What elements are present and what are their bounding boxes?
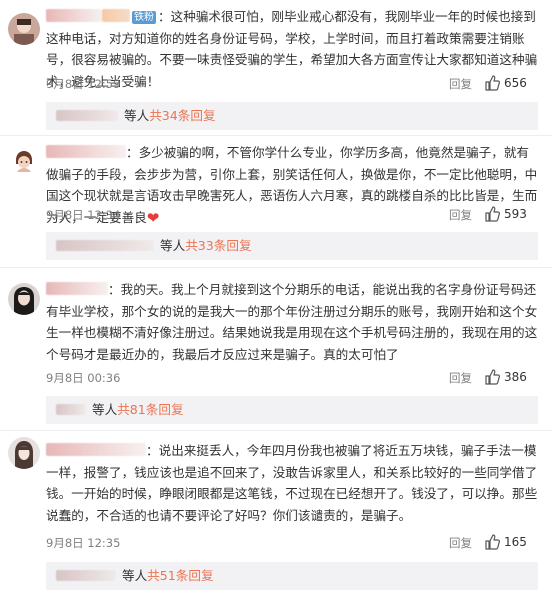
like-icon[interactable] — [484, 534, 500, 550]
avatar[interactable] — [8, 437, 40, 469]
username-emoji — [102, 9, 130, 22]
view-replies-link[interactable]: 共34条回复 — [149, 108, 215, 123]
like-count: 593 — [504, 207, 527, 221]
comment-time: 9月8日 12:34 — [46, 208, 121, 222]
comment-meta: 9月8日 12:34 回复 593 — [46, 206, 546, 223]
username[interactable] — [46, 145, 126, 158]
comment-time: 9月8日 12:35 — [46, 536, 121, 550]
like-icon[interactable] — [484, 369, 500, 385]
username[interactable] — [46, 443, 146, 456]
like-icon[interactable] — [484, 75, 500, 91]
comment-text: ：我的天。我上个月就接到这个分期乐的电话，能说出我的名字身份证号码还有毕业学校，… — [46, 282, 538, 362]
replier-names — [56, 404, 86, 415]
divider — [0, 430, 552, 431]
reply-summary[interactable]: 等人共34条回复 — [46, 102, 538, 130]
replier-names — [56, 110, 118, 121]
view-replies-link[interactable]: 共51条回复 — [147, 568, 213, 583]
divider — [0, 135, 552, 136]
reply-summary[interactable]: 等人共33条回复 — [46, 232, 538, 260]
like-count: 656 — [504, 76, 527, 90]
comment-meta: 9月8日 00:36 回复 386 — [46, 369, 546, 386]
avatar[interactable] — [8, 13, 40, 45]
replier-names — [56, 240, 154, 251]
comment-body: ：我的天。我上个月就接到这个分期乐的电话，能说出我的名字身份证号码还有毕业学校，… — [46, 279, 538, 365]
reply-summary[interactable]: 等人共81条回复 — [46, 396, 538, 424]
comment-time: 9月8日 00:36 — [46, 371, 121, 385]
avatar[interactable] — [8, 146, 40, 178]
username[interactable] — [46, 9, 102, 22]
like-count: 386 — [504, 370, 527, 384]
view-replies-link[interactable]: 共81条回复 — [117, 402, 183, 417]
avatar[interactable] — [8, 283, 40, 315]
reply-summary[interactable]: 等人共51条回复 — [46, 562, 538, 590]
divider — [0, 267, 552, 268]
comment-body: ：说出来挺丢人，今年四月份我也被骗了将近五万块钱，骗子手法一模一样，报警了，钱应… — [46, 440, 538, 526]
comment-meta: 9月8日 12:59 回复 656 — [46, 75, 546, 92]
reply-button[interactable]: 回复 — [449, 207, 472, 223]
reply-button[interactable]: 回复 — [449, 535, 472, 551]
reply-button[interactable]: 回复 — [449, 370, 472, 386]
like-icon[interactable] — [484, 206, 500, 222]
comment-meta: 9月8日 12:35 回复 165 — [46, 534, 546, 551]
reply-button[interactable]: 回复 — [449, 76, 472, 92]
like-count: 165 — [504, 535, 527, 549]
view-replies-link[interactable]: 共33条回复 — [185, 238, 251, 253]
username[interactable] — [46, 282, 108, 295]
fan-badge: 铁粉 — [132, 11, 156, 24]
comment-time: 9月8日 12:59 — [46, 77, 121, 91]
replier-names — [56, 570, 116, 581]
